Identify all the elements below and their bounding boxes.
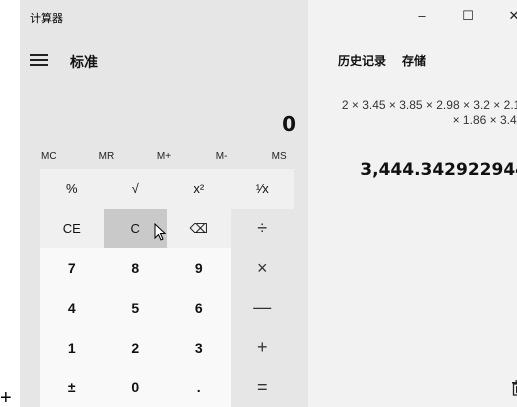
decimal-button[interactable]: .: [167, 367, 231, 407]
keypad: % √ x² ¹⁄x CE C ⌫ ÷ 7 8 9 × 4 5 6— 1 2 3 + ±0. =: [40, 169, 294, 407]
maximize-button[interactable]: ☐: [445, 0, 491, 32]
sqrt-button[interactable]: √: [103, 169, 167, 209]
add-button[interactable]: +: [230, 327, 294, 368]
plus-marker: +: [0, 387, 12, 407]
m-minus-button[interactable]: M-: [193, 148, 251, 166]
digit-2-button[interactable]: 2: [103, 327, 167, 368]
menu-icon[interactable]: [30, 54, 48, 66]
trash-icon[interactable]: [511, 380, 517, 396]
history-result[interactable]: 3,444.342922944: [360, 160, 517, 180]
tab-memory[interactable]: 存储: [402, 52, 426, 69]
window-controls: – ☐ ✕: [399, 0, 517, 32]
multiply-button[interactable]: ×: [230, 248, 294, 289]
mode-title: 标准: [70, 54, 98, 70]
minimize-button[interactable]: –: [399, 0, 445, 32]
backspace-button[interactable]: ⌫: [167, 208, 231, 249]
clear-button[interactable]: C: [103, 208, 167, 249]
history-panel: – ☐ ✕ 历史记录 存储 2 × 3.45 × 3.85 × 2.98 × 3…: [308, 0, 517, 407]
digit-5-button[interactable]: 5: [103, 288, 167, 328]
reciprocal-button[interactable]: ¹⁄x: [230, 169, 294, 209]
square-button[interactable]: x²: [167, 169, 231, 209]
history-tabs: 历史记录 存储: [338, 52, 426, 69]
clear-button-label: C: [130, 221, 140, 237]
digit-6-button[interactable]: 6: [167, 288, 231, 328]
m-plus-button[interactable]: M+: [135, 148, 193, 166]
mouse-cursor-icon: [154, 222, 166, 241]
result-display: 0: [282, 112, 296, 136]
digit-7-button[interactable]: 7: [40, 248, 104, 289]
percent-button[interactable]: %: [40, 169, 104, 209]
digit-9-button[interactable]: 9: [167, 248, 231, 289]
calculator-panel: 计算器 标准 0 MC MR M+ M- MS % √ x² ¹⁄x CE C ⌫ ÷ 7 8 9 ×…: [20, 0, 308, 407]
mc-button[interactable]: MC: [20, 148, 78, 166]
digit-3-button[interactable]: 3: [167, 327, 231, 368]
app-title: 计算器: [30, 13, 63, 25]
digit-8-button[interactable]: 8: [103, 248, 167, 289]
digit-1-button[interactable]: 1: [40, 327, 104, 368]
calculator-window: 计算器 标准 0 MC MR M+ M- MS % √ x² ¹⁄x CE C ⌫ ÷ 7 8 9 ×…: [20, 0, 517, 407]
digit-0-button[interactable]: 0: [103, 367, 167, 407]
negate-button[interactable]: ±: [40, 367, 104, 407]
digit-4-button[interactable]: 4: [40, 288, 104, 328]
close-button[interactable]: ✕: [491, 0, 517, 32]
equals-button[interactable]: =: [230, 367, 294, 407]
tab-history[interactable]: 历史记录: [338, 52, 386, 69]
ms-button[interactable]: MS: [250, 148, 308, 166]
subtract-button[interactable]: —: [230, 288, 294, 328]
memory-row: MC MR M+ M- MS: [20, 148, 308, 166]
clear-entry-button[interactable]: CE: [40, 208, 104, 249]
history-expression[interactable]: 2 × 3.45 × 3.85 × 2.98 × 3.2 × 2.15 × 1.…: [332, 98, 517, 128]
mr-button[interactable]: MR: [78, 148, 136, 166]
divide-button[interactable]: ÷: [230, 208, 294, 249]
